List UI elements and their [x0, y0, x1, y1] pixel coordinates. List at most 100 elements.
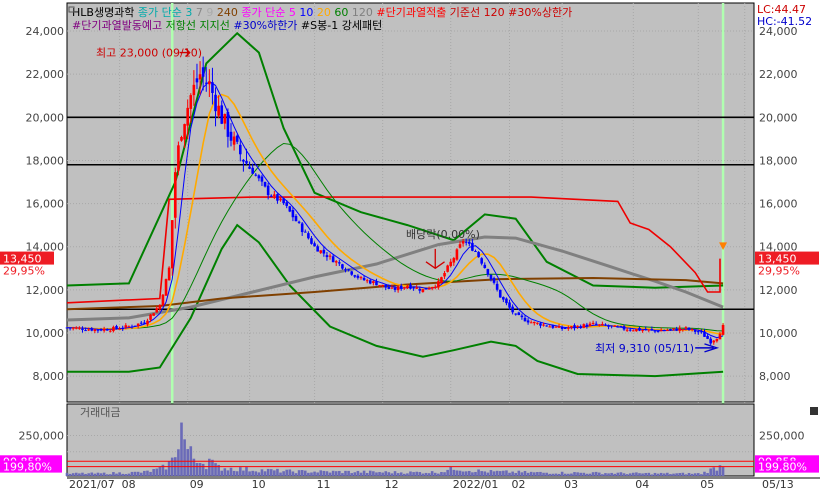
candle-down — [520, 315, 524, 318]
volume-bar — [347, 470, 350, 476]
price-tick-label-right: 8,000 — [759, 370, 791, 383]
candle-down — [211, 82, 214, 93]
volume-bar — [576, 472, 579, 476]
volume-bar — [229, 467, 233, 476]
volume-bar — [424, 472, 428, 476]
candle-down — [477, 251, 480, 258]
volume-bar — [529, 471, 533, 476]
candle-down — [251, 167, 254, 174]
time-tick-label: 05 — [700, 478, 714, 491]
candle-up — [403, 287, 406, 289]
volume-bar — [464, 471, 468, 476]
candle-down — [399, 285, 403, 289]
candle-up — [437, 281, 440, 288]
candle-down — [669, 329, 672, 331]
candle-up — [557, 326, 561, 328]
candle-down — [489, 274, 493, 280]
candle-down — [282, 198, 285, 204]
candle-up — [452, 258, 456, 263]
volume-bar — [480, 471, 483, 476]
volume-bar — [616, 472, 620, 476]
volume-bar — [489, 470, 493, 476]
time-tick-label: 11 — [317, 478, 331, 491]
volume-bar — [310, 472, 313, 476]
candle-up — [334, 261, 338, 263]
volume-bar — [681, 472, 685, 476]
candle-up — [548, 326, 552, 328]
volume-bar — [167, 461, 171, 476]
candle-up — [109, 330, 112, 332]
candle-down — [638, 327, 641, 331]
volume-bar — [412, 472, 415, 476]
volume-bar — [644, 472, 647, 476]
volume-bar — [520, 472, 524, 476]
candle-up — [458, 244, 462, 248]
volume-bar — [183, 439, 186, 476]
volume-bar — [563, 473, 567, 476]
legend-entry: 지지선 — [196, 19, 230, 32]
volume-bar — [269, 469, 273, 476]
price-tick-label-right: 10,000 — [759, 327, 798, 340]
volume-bar — [368, 470, 372, 476]
candle-down — [115, 326, 118, 329]
candle-down — [242, 159, 245, 162]
volume-bar — [628, 473, 632, 476]
candle-down — [313, 243, 316, 247]
volume-bar — [427, 473, 431, 476]
volume-bar — [700, 474, 703, 476]
volume-bar — [433, 472, 437, 476]
candle-up — [186, 107, 189, 126]
candle-down — [248, 166, 251, 169]
candle-up — [591, 322, 595, 324]
candle-down — [517, 312, 521, 316]
volume-bar — [635, 472, 638, 476]
candle-up — [601, 323, 604, 325]
volume-bar — [641, 473, 644, 476]
volume-bar — [204, 469, 208, 476]
candle-up — [127, 326, 131, 328]
volume-bar — [288, 469, 292, 476]
legend-entry: #단기과열적출 — [373, 6, 446, 19]
candle-down — [687, 327, 691, 330]
candle-up — [582, 324, 586, 328]
candle-up — [146, 320, 149, 325]
candle-up — [678, 328, 682, 331]
volume-bar — [291, 471, 295, 476]
legend-entry: 기준선 120 — [446, 6, 504, 19]
candle-up — [641, 330, 644, 332]
volume-bar — [276, 468, 279, 476]
time-tick-label: 03 — [564, 478, 578, 491]
volume-bar — [198, 463, 202, 476]
candle-down — [235, 135, 239, 142]
candle-up — [208, 81, 211, 85]
volume-bar — [666, 472, 669, 476]
candle-up — [449, 261, 453, 267]
candle-up — [102, 328, 106, 331]
time-tick-label: 09 — [190, 478, 204, 491]
candle-up — [78, 327, 81, 329]
volume-bar — [539, 471, 542, 476]
candle-down — [260, 176, 264, 182]
volume-panel[interactable]: 250,000250,00090,858199,80%90,858199,80% — [0, 403, 819, 477]
volume-bar — [242, 470, 245, 476]
volume-bar — [177, 449, 180, 476]
volume-bar — [285, 469, 289, 476]
candle-down — [693, 330, 697, 332]
candle-up — [672, 328, 675, 330]
candle-down — [214, 94, 217, 112]
volume-bar — [238, 467, 242, 476]
candle-down — [269, 195, 273, 197]
candle-up — [170, 220, 174, 269]
volume-bar — [300, 470, 304, 476]
volume-highlight-label: 199,80% — [3, 461, 52, 474]
volume-bar — [597, 472, 601, 476]
volume-bar — [254, 471, 258, 476]
candle-down — [266, 185, 270, 196]
candle-down — [384, 284, 388, 288]
candle-up — [455, 249, 459, 260]
volume-bar — [316, 472, 319, 476]
legend-entry: 240 — [213, 6, 238, 19]
volume-bar — [474, 471, 477, 476]
volume-bar — [90, 472, 94, 476]
volume-bar — [130, 471, 134, 476]
